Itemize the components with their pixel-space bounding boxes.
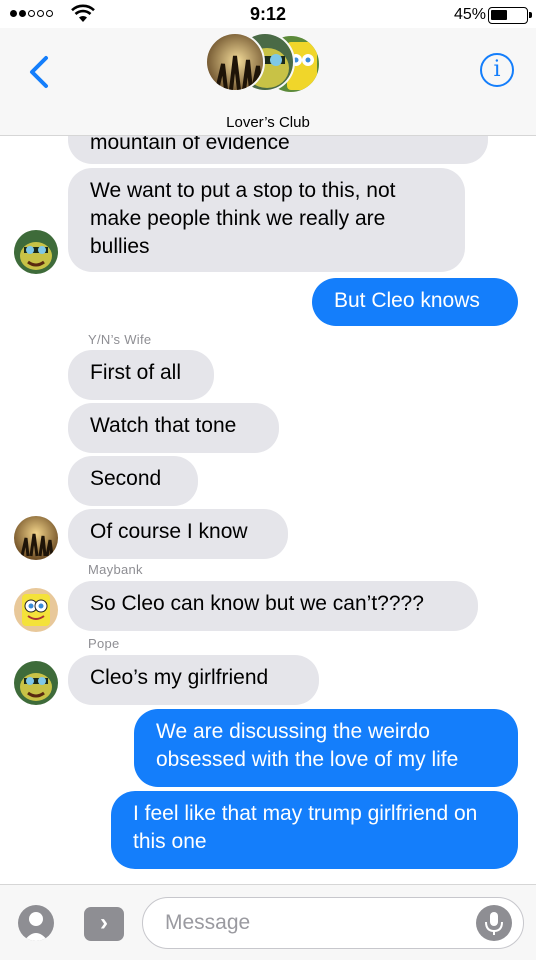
message-bubble[interactable]: First of all xyxy=(68,350,214,400)
message-bubble[interactable]: We are discussing the weirdo obsessed wi… xyxy=(134,709,518,787)
message-text: Cleo’s my girlfriend xyxy=(90,666,269,689)
message-text: I feel like that may trump girlfriend on… xyxy=(133,802,478,853)
message-text: We are discussing the weirdo obsessed wi… xyxy=(156,720,459,771)
sender-name: Y/N’s Wife xyxy=(88,332,152,347)
conversation-header: Lover’s Club i xyxy=(0,28,536,136)
message-bubble[interactable]: I feel like that may trump girlfriend on… xyxy=(111,791,518,869)
chevron-right-icon[interactable]: › xyxy=(84,907,124,941)
message-input[interactable] xyxy=(142,897,524,949)
conversation-title[interactable]: Lover’s Club xyxy=(0,114,536,131)
message-text: Watch that tone xyxy=(90,414,237,437)
message-bubble[interactable]: Watch that tone xyxy=(68,403,279,453)
message-bubble[interactable]: Second xyxy=(68,456,198,506)
info-icon[interactable]: i xyxy=(480,53,514,87)
message-bubble[interactable]: Of course I know xyxy=(68,509,288,559)
sender-avatar-maybank xyxy=(14,588,58,632)
compose-bar: › xyxy=(0,884,536,960)
sender-name: Pope xyxy=(88,636,120,651)
message-bubble[interactable]: But Cleo knows xyxy=(312,278,518,326)
group-avatar-sunset xyxy=(205,32,265,92)
group-avatars[interactable] xyxy=(205,32,325,96)
sender-avatar-pope xyxy=(14,661,58,705)
sender-avatar-yn-wife xyxy=(14,516,58,560)
message-text: But Cleo knows xyxy=(334,289,480,312)
message-text: First of all xyxy=(90,361,182,384)
message-text: We want to put a stop to this, not make … xyxy=(90,179,396,258)
sender-name: Maybank xyxy=(88,562,143,577)
message-thread[interactable]: mountain of evidence We want to put a st… xyxy=(0,0,536,960)
message-bubble[interactable]: So Cleo can know but we can’t???? xyxy=(68,581,478,631)
message-bubble[interactable]: Cleo’s my girlfriend xyxy=(68,655,319,705)
message-text: Of course I know xyxy=(90,520,248,543)
sender-avatar-pope xyxy=(14,230,58,274)
message-text: Second xyxy=(90,467,162,490)
message-bubble[interactable]: We want to put a stop to this, not make … xyxy=(68,168,465,272)
microphone-icon[interactable] xyxy=(476,905,512,941)
message-text: So Cleo can know but we can’t???? xyxy=(90,592,424,615)
camera-icon[interactable] xyxy=(18,905,54,941)
chevron-left-icon[interactable] xyxy=(24,54,54,90)
